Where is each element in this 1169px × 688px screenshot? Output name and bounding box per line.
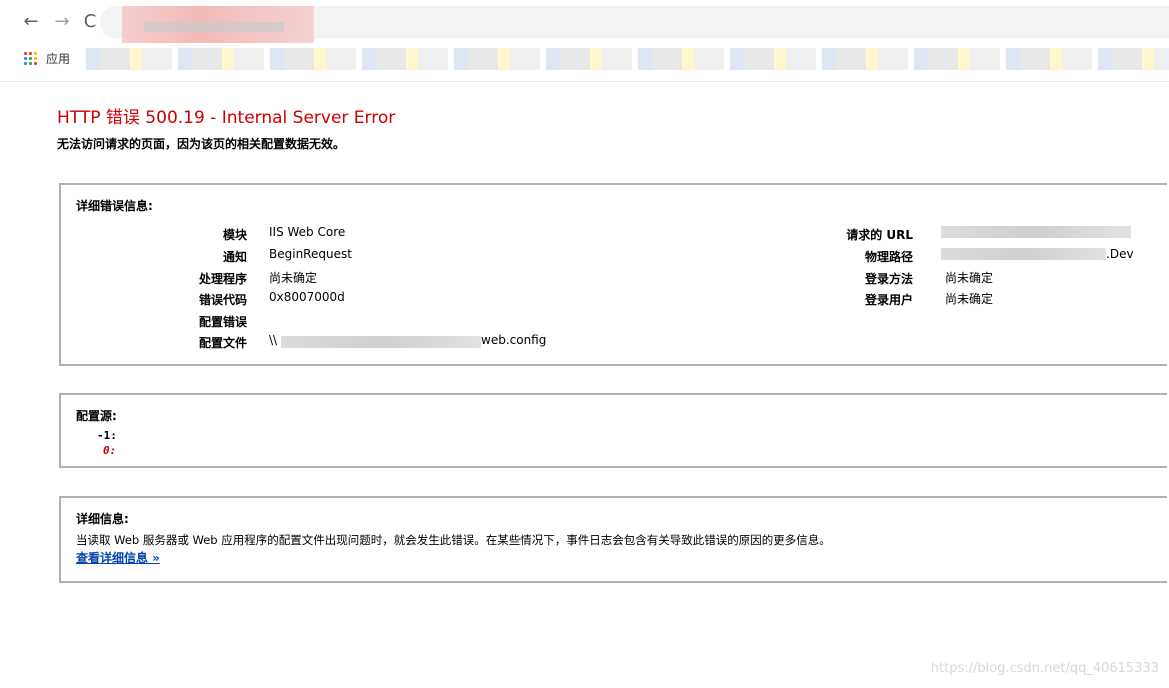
label-physical-path: 物理路径 [864, 250, 913, 264]
browser-toolbar: ← → C [0, 0, 1169, 46]
label-logon-method: 登录方法 [864, 272, 913, 286]
detailed-error-panel: 详细错误信息: 模块 IIS Web Core 通知 BeginRequest … [59, 183, 1167, 366]
config-source-line-2: 0: [103, 444, 117, 457]
redacted-url-text [144, 22, 284, 32]
value-module: IIS Web Core [269, 225, 346, 239]
watermark: https://blog.csdn.net/qq_40615333 [930, 661, 1159, 676]
label-logon-user: 登录用户 [864, 293, 913, 307]
config-source-panel: 配置源: -1: 0: [59, 393, 1167, 468]
label-notification: 通知 [222, 250, 247, 264]
apps-grid-icon[interactable] [24, 52, 37, 65]
detailed-error-heading: 详细错误信息: [76, 199, 153, 213]
config-source-heading: 配置源: [76, 409, 117, 423]
value-error-code: 0x8007000d [269, 290, 345, 304]
page-divider [0, 81, 1169, 82]
view-more-info-link[interactable]: 查看详细信息 » [76, 549, 160, 566]
back-icon[interactable]: ← [20, 11, 42, 33]
value-logon-method: 尚未确定 [945, 271, 994, 285]
redacted-request-url [941, 226, 1131, 238]
apps-label[interactable]: 应用 [46, 50, 70, 67]
page-title: HTTP 错误 500.19 - Internal Server Error [57, 108, 396, 128]
label-request-url: 请求的 URL [846, 228, 913, 242]
label-handler: 处理程序 [198, 272, 247, 286]
label-module: 模块 [222, 228, 247, 242]
label-config-file: 配置文件 [198, 336, 247, 350]
bookmarks-bar: 应用 [0, 43, 1169, 75]
redacted-physical-path [941, 248, 1106, 260]
value-config-file-prefix: \\ [269, 333, 278, 347]
reload-icon[interactable]: C [82, 11, 98, 33]
page-subtitle: 无法访问请求的页面，因为该页的相关配置数据无效。 [57, 137, 346, 151]
label-error-code: 错误代码 [198, 293, 247, 307]
more-info-heading: 详细信息: [76, 512, 129, 526]
value-handler: 尚未确定 [269, 271, 318, 285]
value-config-file-suffix: web.config [481, 333, 547, 347]
config-source-line-1: -1: [97, 429, 117, 442]
label-config-error: 配置错误 [198, 315, 247, 329]
redacted-config-path [281, 336, 481, 348]
redacted-bookmarks [86, 48, 1169, 70]
forward-icon[interactable]: → [51, 11, 73, 33]
more-info-text: 当读取 Web 服务器或 Web 应用程序的配置文件出现问题时，就会发生此错误。… [76, 533, 831, 547]
value-physical-path-suffix: .Dev [1106, 247, 1134, 261]
value-notification: BeginRequest [269, 247, 352, 261]
value-logon-user: 尚未确定 [945, 292, 994, 306]
more-info-panel: 详细信息: 当读取 Web 服务器或 Web 应用程序的配置文件出现问题时，就会… [59, 496, 1167, 583]
address-bar[interactable] [100, 6, 1169, 46]
